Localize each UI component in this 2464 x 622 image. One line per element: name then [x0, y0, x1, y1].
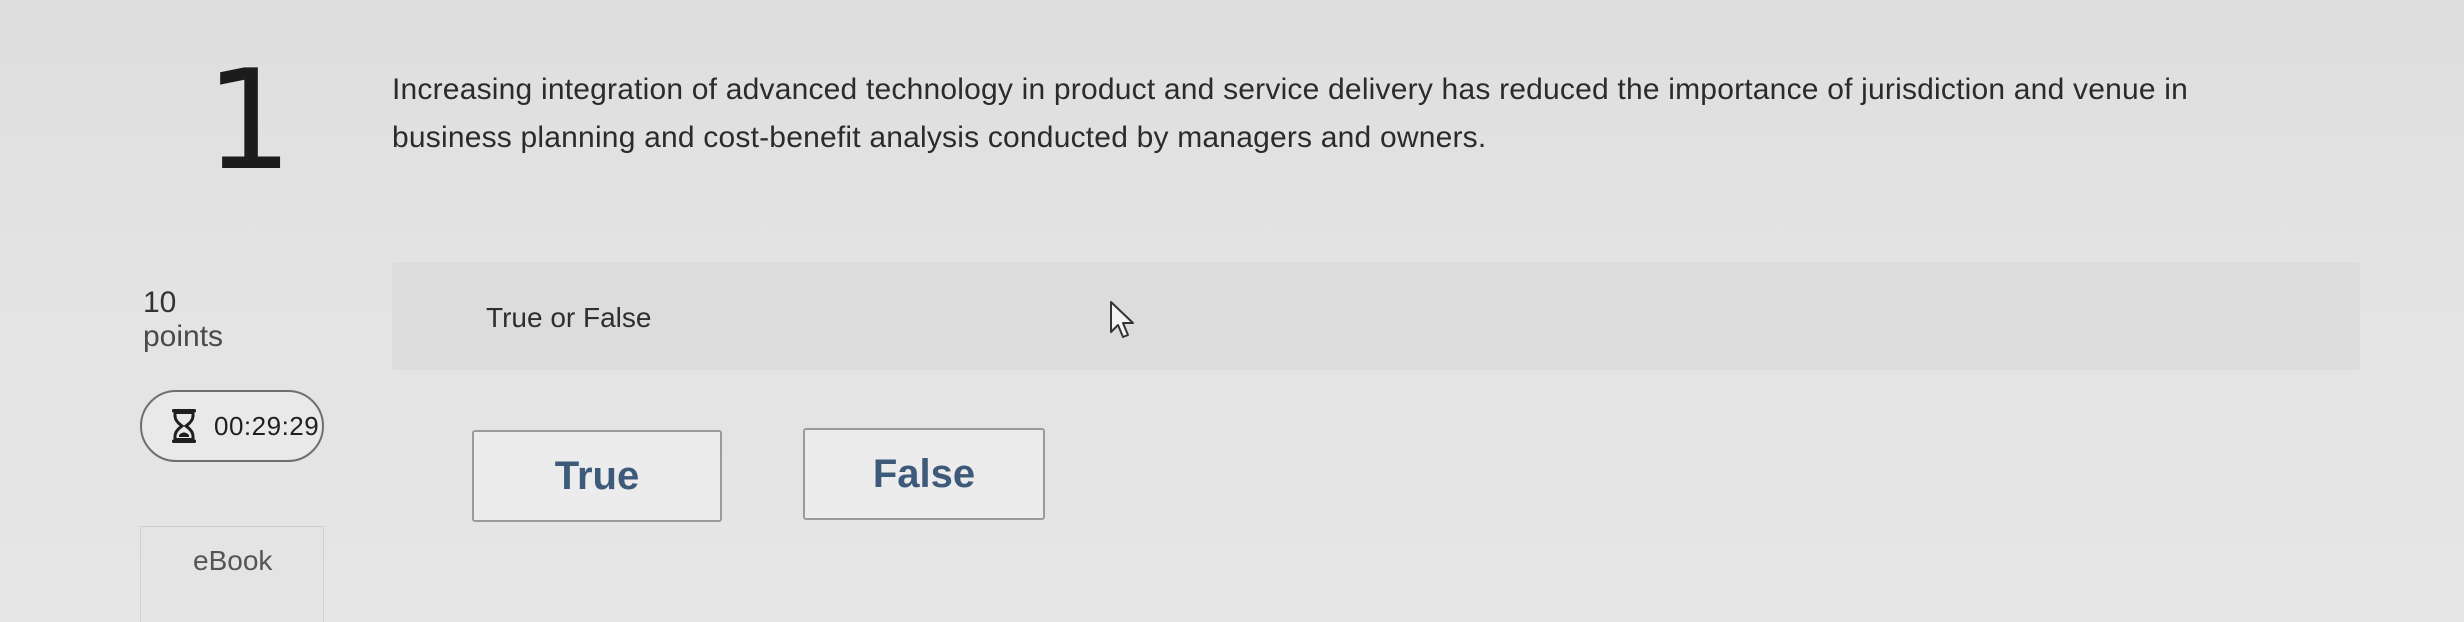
prompt-label: True or False: [486, 302, 652, 333]
ebook-link[interactable]: eBook: [140, 526, 324, 622]
points-label: points: [143, 320, 224, 353]
timer-value: 00:29:29: [214, 410, 320, 441]
hourglass-icon: [172, 409, 196, 443]
mouse-cursor-icon: [1110, 301, 1134, 338]
question-prompt-band: True or False: [392, 262, 2360, 370]
question-text: Increasing integration of advanced techn…: [392, 73, 2189, 154]
points-display: 10 points: [143, 286, 223, 354]
false-button[interactable]: False: [803, 428, 1045, 520]
question-number: 1: [205, 40, 293, 201]
true-button[interactable]: True: [472, 430, 722, 522]
points-value: 10: [143, 286, 177, 319]
timer-button[interactable]: 00:29:29: [140, 390, 324, 462]
